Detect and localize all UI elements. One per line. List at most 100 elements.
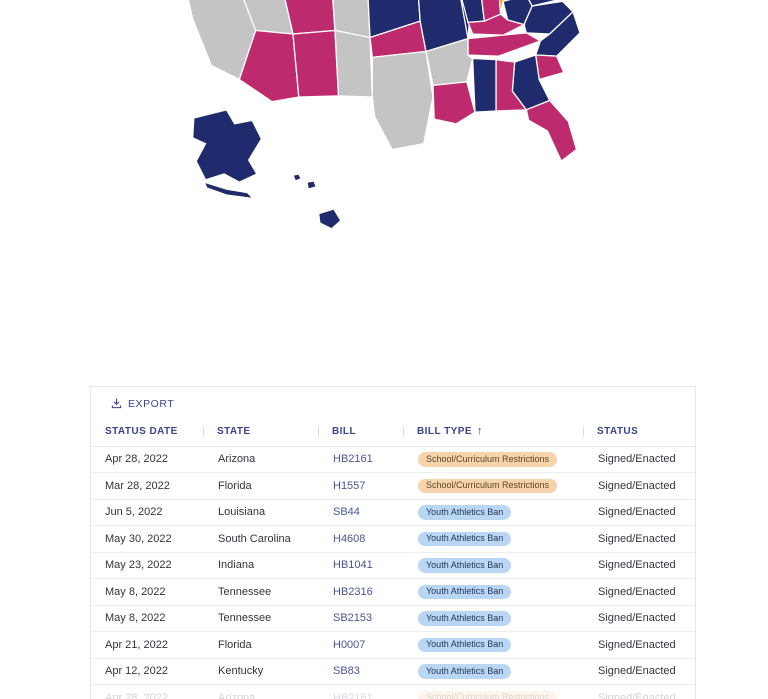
sort-ascending-icon[interactable]: ↑	[477, 426, 483, 437]
page-root: Filter By State Bill Type Youth Athletic…	[0, 0, 768, 699]
bill-link[interactable]: H4608	[333, 533, 365, 545]
status-text: Signed/Enacted	[598, 532, 676, 545]
status-date-text: Mar 28, 2022	[105, 479, 170, 492]
status-date-text: May 23, 2022	[105, 559, 172, 572]
column-header-status[interactable]: STATUS	[583, 420, 695, 447]
state-text: Kentucky	[218, 665, 264, 678]
cell-status: Signed/Enacted	[584, 658, 695, 685]
bill-type-badge: Youth Athletics Ban	[418, 531, 512, 546]
cell-status: Signed/Enacted	[584, 499, 695, 526]
status-date-text: Apr 21, 2022	[105, 638, 168, 651]
cell-bill: HB1041	[319, 552, 404, 579]
cell-status-date: Apr 12, 2022	[91, 658, 204, 685]
cell-status: Signed/Enacted	[584, 446, 695, 473]
column-header-status-date[interactable]: STATUS DATE	[91, 420, 204, 447]
table-row[interactable]: May 30, 2022 South Carolina H4608 Youth Ath…	[91, 525, 695, 553]
status-text: Signed/Enacted	[598, 691, 676, 699]
us-map-svg[interactable]	[118, 0, 678, 232]
column-label: BILL TYPE	[417, 426, 472, 438]
bill-link[interactable]: SB83	[333, 665, 360, 677]
cell-status-date: Jun 5, 2022	[91, 499, 204, 526]
column-label: STATUS	[597, 426, 639, 438]
table-row[interactable]: May 8, 2022 Tennessee HB2316 Youth Athletic…	[91, 578, 695, 606]
bill-link[interactable]: H1557	[333, 480, 365, 492]
bill-type-badge: School/Curriculum Restrictions	[418, 478, 558, 493]
status-date-text: Apr 28, 2022	[105, 691, 168, 699]
column-header-bill-type[interactable]: BILL TYPE ↑	[403, 420, 584, 447]
state-text: South Carolina	[218, 532, 291, 545]
cell-bill-type: Youth Athletics Ban	[404, 605, 584, 632]
state-TN	[467, 32, 542, 57]
table-row[interactable]: Apr 28, 2022 Arizona HB2161 School/Curricul…	[91, 446, 695, 473]
cell-status-date: May 8, 2022	[91, 605, 204, 632]
status-text: Signed/Enacted	[598, 506, 676, 519]
bill-type-badge: Youth Athletics Ban	[418, 558, 512, 573]
cell-bill-type: Youth Athletics Ban	[404, 631, 584, 659]
bill-link[interactable]: HB2161	[333, 453, 373, 465]
status-date-text: Jun 5, 2022	[105, 506, 163, 519]
cell-status-date: Apr 28, 2022	[91, 446, 204, 473]
cell-state: Tennessee	[204, 605, 319, 632]
table-row[interactable]: Apr 21, 2022 Florida H0007 Youth Athletics …	[91, 631, 695, 659]
status-date-text: May 8, 2022	[105, 612, 166, 625]
state-AZ2	[292, 29, 340, 98]
cell-state: Tennessee	[204, 578, 319, 606]
table-row[interactable]: Apr 12, 2022 Kentucky SB83 Youth Athletics …	[91, 658, 695, 685]
bill-link[interactable]: SB44	[333, 506, 360, 518]
bill-link[interactable]: SB2153	[333, 612, 372, 624]
cell-bill: SB83	[319, 658, 404, 685]
cell-bill-type: School/Curriculum Restrictions	[404, 472, 584, 500]
table-row[interactable]: Jun 5, 2022 Louisiana SB44 Youth Athletics …	[91, 499, 695, 526]
table-row-partial[interactable]: Apr 28, 2022 Arizona HB2161 School/Curricul…	[91, 684, 695, 699]
cell-bill: H0007	[319, 631, 404, 659]
status-date-text: May 30, 2022	[105, 532, 172, 545]
state-text: Arizona	[218, 453, 256, 466]
state-text: Tennessee	[218, 585, 272, 598]
cell-state: Louisiana	[204, 499, 319, 526]
cell-bill: HB2316	[319, 578, 404, 606]
cell-bill: H4608	[319, 525, 404, 553]
column-label: BILL	[332, 426, 357, 438]
bill-type-badge: Youth Athletics Ban	[418, 584, 512, 599]
bill-link[interactable]: HB1041	[333, 559, 373, 571]
cell-bill-type: School/Curriculum Restrictions	[404, 446, 584, 473]
bill-link[interactable]: HB2316	[333, 586, 373, 598]
bill-type-badge: Youth Athletics Ban	[418, 611, 512, 626]
table-head: STATUS DATE STATE BILL BILL TYPE ↑ STATU…	[91, 420, 695, 447]
status-date-text: Apr 12, 2022	[105, 665, 168, 678]
cell-state: South Carolina	[204, 525, 319, 553]
status-date-text: Apr 28, 2022	[105, 453, 168, 466]
us-choropleth-map[interactable]	[0, 0, 768, 232]
table-header-row: STATUS DATE STATE BILL BILL TYPE ↑ STATU…	[91, 420, 695, 447]
column-header-bill[interactable]: BILL	[318, 420, 404, 447]
bill-link[interactable]: H0007	[333, 639, 365, 651]
cell-bill: H1557	[319, 472, 404, 500]
state-text: Arizona	[218, 691, 256, 699]
table-row[interactable]: Mar 28, 2022 Florida H1557 School/Curriculu…	[91, 472, 695, 500]
cell-bill-type: Youth Athletics Ban	[404, 499, 584, 526]
cell-bill-type: Youth Athletics Ban	[404, 578, 584, 606]
bill-type-badge: Youth Athletics Ban	[418, 637, 512, 652]
status-text: Signed/Enacted	[598, 453, 676, 466]
cell-state: Florida	[204, 631, 319, 659]
cell-bill-type: Youth Athletics Ban	[404, 525, 584, 553]
bill-link[interactable]: HB2161	[333, 692, 373, 699]
column-label: STATE	[217, 426, 251, 438]
cell-bill: HB2161	[319, 684, 404, 699]
table-row[interactable]: May 8, 2022 Tennessee SB2153 Youth Athletic…	[91, 605, 695, 632]
cell-status: Signed/Enacted	[584, 552, 695, 579]
table-body: Apr 28, 2022 Arizona HB2161 School/Curricul…	[91, 446, 695, 699]
table-row[interactable]: May 23, 2022 Indiana HB1041 Youth Athletics…	[91, 552, 695, 579]
state-HI3	[317, 208, 342, 230]
export-button[interactable]: EXPORT	[105, 397, 180, 411]
cell-status-date: Apr 21, 2022	[91, 631, 204, 659]
state-text: Florida	[218, 638, 252, 651]
column-header-state[interactable]: STATE	[203, 420, 319, 447]
cell-state: Kentucky	[204, 658, 319, 685]
cell-status-date: May 30, 2022	[91, 525, 204, 553]
status-text: Signed/Enacted	[598, 479, 676, 492]
bill-type-badge: School/Curriculum Restrictions	[418, 690, 558, 699]
cell-status: Signed/Enacted	[584, 578, 695, 606]
status-text: Signed/Enacted	[598, 638, 676, 651]
state-text: Florida	[218, 479, 252, 492]
